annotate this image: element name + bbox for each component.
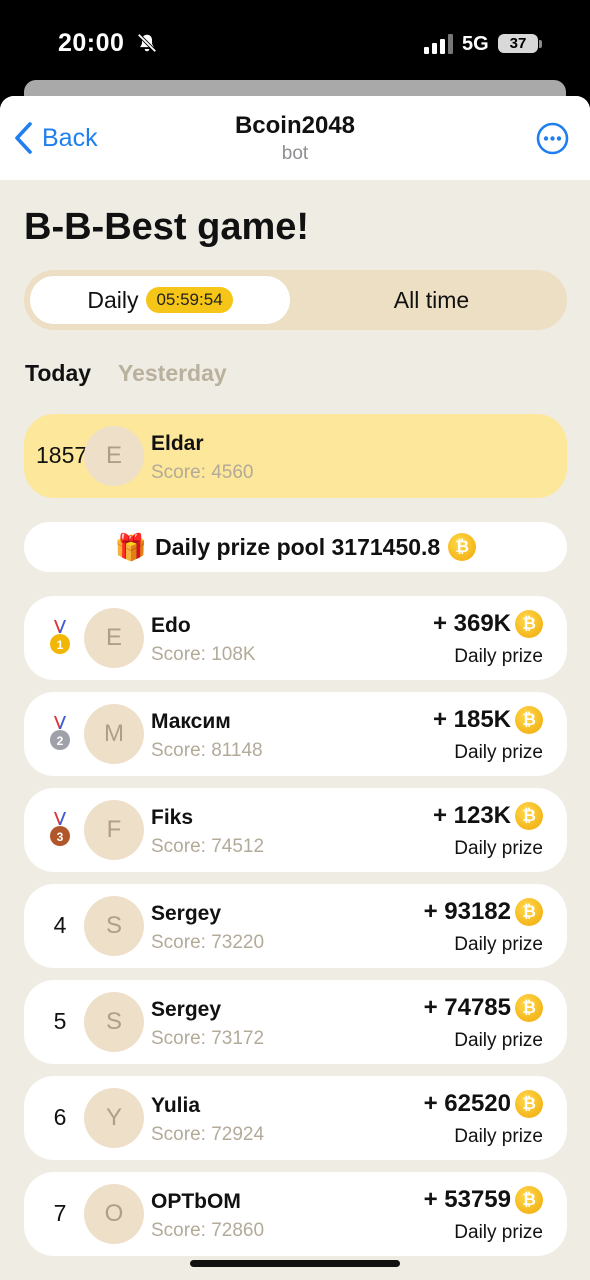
- coin-icon: ₿: [515, 610, 543, 638]
- nav-bar: Back Bcoin2048 bot: [0, 96, 590, 180]
- prize-value: + 53759: [423, 1186, 511, 1213]
- bot-subtitle: bot: [281, 143, 309, 164]
- prize-value: + 369K: [432, 610, 511, 637]
- prize-label: Daily prize: [454, 1030, 543, 1051]
- player-name: Sergey: [151, 902, 222, 925]
- medal-rank: 3: [57, 830, 64, 844]
- avatar: E: [84, 608, 144, 668]
- player-name: Sergey: [151, 998, 222, 1021]
- prize-value: + 185K: [432, 706, 511, 733]
- battery-nub: [539, 40, 542, 48]
- player-name: Fiks: [151, 806, 194, 829]
- player-name: Edo: [151, 614, 191, 637]
- silver-medal-icon: 2: [50, 716, 70, 750]
- coin-icon: ₿: [448, 533, 477, 561]
- player-score: Score: 108K: [151, 644, 256, 665]
- medal-rank: 2: [57, 734, 64, 748]
- player-name: Максим: [151, 710, 231, 733]
- medal-rank: 1: [57, 638, 64, 652]
- prize-amount: + 62520 ₿: [424, 1090, 543, 1118]
- coin-icon: ₿: [515, 706, 543, 734]
- status-time: 20:00: [58, 29, 125, 57]
- current-user-score: Score: 4560: [151, 462, 254, 483]
- bronze-medal-icon: 3: [50, 812, 70, 846]
- prize-label: Daily prize: [454, 934, 543, 955]
- prize-amount: + 93182 ₿: [424, 898, 543, 926]
- leaderboard-row: 5 S Sergey Score: 73172 + 74785 ₿ Daily prize: [24, 980, 567, 1064]
- prize-value: + 93182: [423, 898, 511, 925]
- avatar: O: [84, 1184, 144, 1244]
- tab-today[interactable]: Today: [25, 360, 91, 387]
- prize-value: + 74785: [423, 994, 511, 1021]
- player-score: Score: 72924: [151, 1124, 265, 1145]
- prize-amount: + 369K ₿: [433, 610, 543, 638]
- tab-all-time[interactable]: All time: [304, 270, 559, 330]
- prize-amount: + 53759 ₿: [424, 1186, 543, 1214]
- player-name: Yulia: [151, 1094, 201, 1117]
- player-score: Score: 74512: [151, 836, 265, 857]
- tab-daily-label: Daily: [87, 286, 139, 313]
- battery-icon: 37: [498, 34, 538, 53]
- bot-title: Bcoin2048: [234, 112, 356, 139]
- avatar: Y: [84, 1088, 144, 1148]
- prize-label: Daily prize: [454, 742, 543, 763]
- leaderboard-row: 4 S Sergey Score: 73220 + 93182 ₿ Daily prize: [24, 884, 567, 968]
- avatar: S: [84, 992, 144, 1052]
- gold-medal-icon: 1: [50, 620, 70, 654]
- period-switch: Daily 05:59:54 All time: [24, 270, 567, 330]
- prize-amount: + 123K ₿: [433, 802, 543, 830]
- leaderboard-row: 1 E Edo Score: 108K + 369K ₿ Daily prize: [24, 596, 567, 680]
- countdown-timer: 05:59:54: [146, 287, 233, 313]
- signal-icon: [424, 34, 453, 54]
- prize-amount: + 185K ₿: [433, 706, 543, 734]
- prize-pool-text: Daily prize pool 3171450.8: [155, 533, 441, 560]
- bot-sheet: Back Bcoin2048 bot B-B-Best game! Daily …: [0, 96, 590, 1280]
- prize-value: + 62520: [423, 1090, 511, 1117]
- current-user-row: 1857 E Eldar Score: 4560: [24, 414, 567, 498]
- avatar: E: [84, 426, 144, 486]
- more-options-icon[interactable]: [536, 122, 569, 155]
- avatar: S: [84, 896, 144, 956]
- coin-icon: ₿: [515, 898, 543, 926]
- leaderboard-row: 3 F Fiks Score: 74512 + 123K ₿ Daily prize: [24, 788, 567, 872]
- prize-label: Daily prize: [454, 1126, 543, 1147]
- leaderboard-row: 6 Y Yulia Score: 72924 + 62520 ₿ Daily prize: [24, 1076, 567, 1160]
- current-user-name: Eldar: [151, 432, 204, 455]
- bell-muted-icon: [137, 33, 157, 53]
- current-user-rank: 1857: [36, 442, 88, 468]
- coin-icon: ₿: [515, 802, 543, 830]
- tab-yesterday[interactable]: Yesterday: [118, 360, 227, 387]
- prize-pool-banner: 🎁 Daily prize pool 3171450.8 ₿: [24, 522, 567, 572]
- leaderboard-row: 2 M Максим Score: 81148 + 185K ₿ Daily prize: [24, 692, 567, 776]
- prize-label: Daily prize: [454, 646, 543, 667]
- coin-icon: ₿: [515, 1090, 543, 1118]
- avatar: F: [84, 800, 144, 860]
- network-label: 5G: [462, 33, 489, 55]
- leaderboard-row: 7 O OPTbOM Score: 72860 + 53759 ₿ Daily prize: [24, 1172, 567, 1256]
- coin-icon: ₿: [515, 994, 543, 1022]
- prize-label: Daily prize: [454, 838, 543, 859]
- page-title: B-B-Best game!: [24, 206, 310, 248]
- player-score: Score: 73172: [151, 1028, 265, 1049]
- player-score: Score: 81148: [151, 740, 263, 761]
- player-score: Score: 72860: [151, 1220, 265, 1241]
- tab-daily[interactable]: Daily 05:59:54: [30, 276, 290, 324]
- avatar: M: [84, 704, 144, 764]
- coin-icon: ₿: [515, 1186, 543, 1214]
- gift-icon: 🎁: [114, 531, 148, 562]
- player-score: Score: 73220: [151, 932, 265, 953]
- player-name: OPTbOM: [151, 1190, 241, 1213]
- prize-label: Daily prize: [454, 1222, 543, 1243]
- home-indicator: [190, 1260, 400, 1267]
- prize-amount: + 74785 ₿: [424, 994, 543, 1022]
- prize-value: + 123K: [432, 802, 511, 829]
